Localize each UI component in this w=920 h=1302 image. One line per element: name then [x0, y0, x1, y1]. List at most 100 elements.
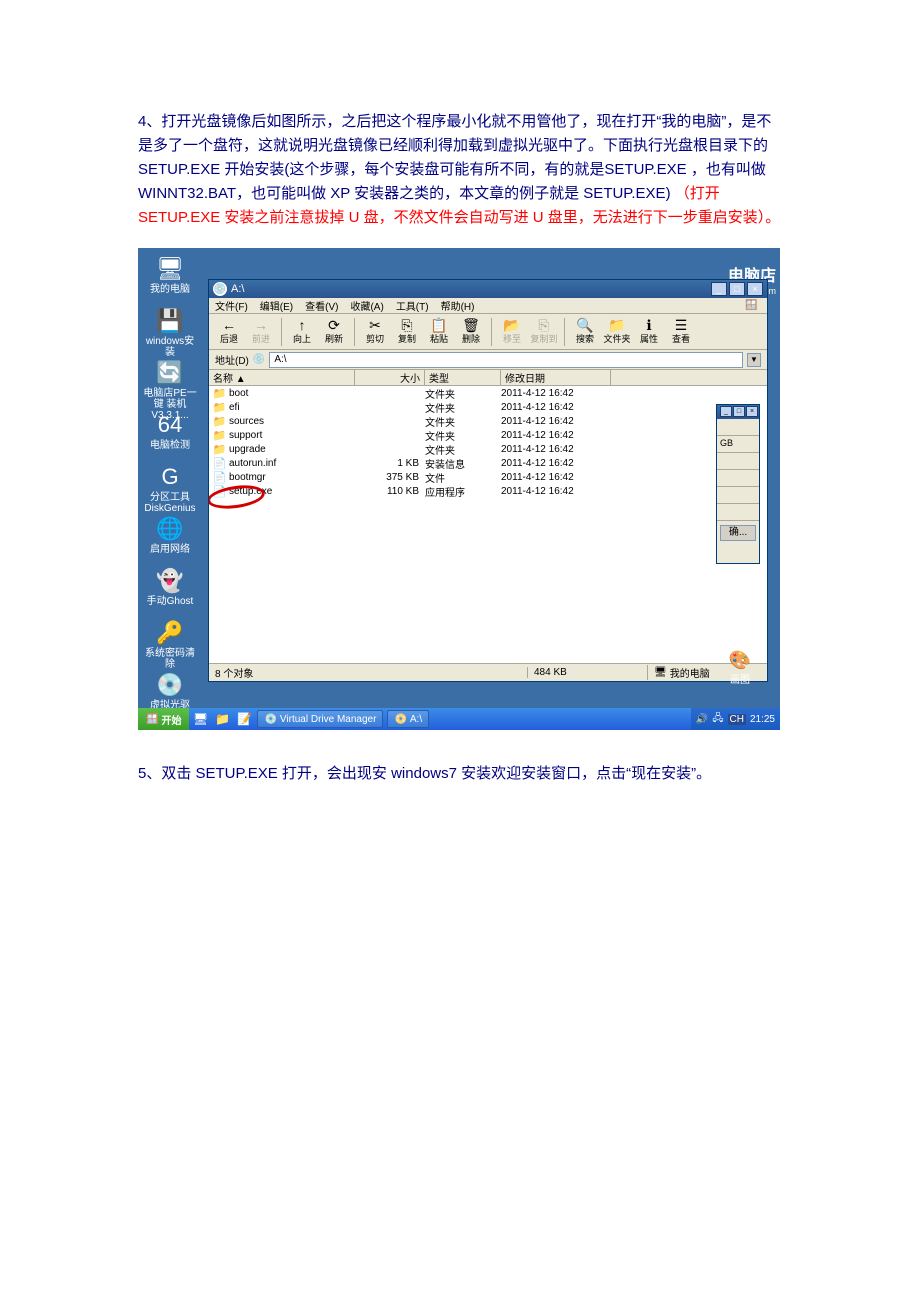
- file-type: 应用程序: [425, 484, 501, 499]
- toolbar-复制[interactable]: ⎘复制: [393, 316, 421, 348]
- toolbar-后退[interactable]: ←后退: [215, 316, 243, 348]
- taskbar: 🪟 开始 🖥 📁 📝 💿Virtual Drive Manager📀A:\ 🔊 …: [138, 708, 780, 730]
- toolbar-向上[interactable]: ↑向上: [288, 316, 316, 348]
- toolbar-label: 文件夹: [603, 332, 630, 345]
- menu-item[interactable]: 工具(T): [396, 298, 429, 313]
- col-name[interactable]: 名称 ▲: [209, 370, 355, 385]
- toolbar-label: 属性: [640, 332, 658, 345]
- toolbar-icon: 📂: [503, 318, 520, 332]
- system-tray: 🔊 🖧 CH 21:25: [691, 708, 780, 730]
- close-button[interactable]: ×: [747, 282, 763, 296]
- col-type[interactable]: 类型: [425, 370, 501, 385]
- tray-icon[interactable]: 🖧: [712, 711, 723, 728]
- file-type: 文件夹: [425, 400, 501, 415]
- taskbar-task[interactable]: 📀A:\: [387, 710, 429, 728]
- maximize-button[interactable]: □: [729, 282, 745, 296]
- start-icon: 🪟: [146, 714, 158, 725]
- menu-item[interactable]: 编辑(E): [260, 298, 293, 313]
- col-date[interactable]: 修改日期: [501, 370, 611, 385]
- start-button[interactable]: 🪟 开始: [138, 708, 189, 730]
- file-size: 1 KB: [355, 458, 425, 469]
- desktop-icon[interactable]: 64电脑检测: [142, 410, 198, 451]
- toolbar-删除[interactable]: 🗑删除: [457, 316, 485, 348]
- folder-icon: 📁: [213, 387, 226, 400]
- tray-icon[interactable]: 🔊: [696, 714, 708, 725]
- toolbar-搜索[interactable]: 🔍搜索: [571, 316, 599, 348]
- smallwin-titlebar[interactable]: _ □ ×: [717, 405, 759, 419]
- toolbar-刷新[interactable]: ⟳刷新: [320, 316, 348, 348]
- col-size[interactable]: 大小: [355, 370, 425, 385]
- file-row[interactable]: 📄bootmgr375 KB文件2011-4-12 16:42: [209, 470, 767, 484]
- smallwin-close[interactable]: ×: [746, 406, 758, 417]
- desktop-icon[interactable]: 🖥我的电脑: [142, 254, 198, 295]
- menu-item[interactable]: 查看(V): [305, 298, 338, 313]
- desktop-paint-icon[interactable]: 🎨 画图: [726, 650, 754, 678]
- toolbar-label: 向上: [293, 332, 311, 345]
- desktop-icon-glyph: 💾: [156, 306, 184, 334]
- desktop-icon[interactable]: 💿虚拟光驱: [142, 670, 198, 711]
- minimize-button[interactable]: _: [711, 282, 727, 296]
- file-size: 110 KB: [355, 486, 425, 497]
- file-row[interactable]: 📁upgrade文件夹2011-4-12 16:42: [209, 442, 767, 456]
- toolbar-icon: 📋: [430, 318, 447, 332]
- toolbar-icon: ↑: [299, 318, 306, 332]
- menu-item[interactable]: 收藏(A): [350, 298, 383, 313]
- toolbar-icon: ✂: [369, 318, 381, 332]
- taskbar-task[interactable]: 💿Virtual Drive Manager: [257, 710, 383, 728]
- file-row[interactable]: 📄setup.exe110 KB应用程序2011-4-12 16:42: [209, 484, 767, 498]
- file-type: 文件: [425, 470, 501, 485]
- address-dropdown-button[interactable]: ▼: [747, 353, 761, 367]
- toolbar-文件夹[interactable]: 📁文件夹: [603, 316, 631, 348]
- folder-icon: 📁: [213, 443, 226, 456]
- desktop-icon[interactable]: 🔑系统密码清除: [142, 618, 198, 670]
- task-label: A:\: [410, 714, 422, 725]
- file-row[interactable]: 📄autorun.inf1 KB安装信息2011-4-12 16:42: [209, 456, 767, 470]
- address-field[interactable]: A:\: [269, 352, 743, 368]
- toolbar-label: 移至: [503, 332, 521, 345]
- file-type: 安装信息: [425, 456, 501, 471]
- toolbar-属性[interactable]: ℹ属性: [635, 316, 663, 348]
- smallwin-button[interactable]: 确...: [720, 525, 756, 541]
- status-size: 484 KB: [527, 667, 647, 678]
- file-row[interactable]: 📁sources文件夹2011-4-12 16:42: [209, 414, 767, 428]
- menu-item[interactable]: 文件(F): [215, 298, 248, 313]
- address-value: A:\: [274, 354, 286, 365]
- smallwin-min[interactable]: _: [720, 406, 732, 417]
- file-row[interactable]: 📁efi文件夹2011-4-12 16:42: [209, 400, 767, 414]
- status-right-text: 我的电脑: [670, 665, 710, 680]
- quicklaunch-explorer-icon[interactable]: 📁: [213, 710, 231, 728]
- file-row[interactable]: 📁support文件夹2011-4-12 16:42: [209, 428, 767, 442]
- toolbar-icon: ⟳: [328, 318, 340, 332]
- folder-icon: 📁: [213, 415, 226, 428]
- toolbar-label: 粘贴: [430, 332, 448, 345]
- menu-item[interactable]: 帮助(H): [441, 298, 475, 313]
- file-row[interactable]: 📁boot文件夹2011-4-12 16:42: [209, 386, 767, 400]
- toolbar-剪切[interactable]: ✂剪切: [361, 316, 389, 348]
- desktop-icon[interactable]: 🌐启用网络: [142, 514, 198, 555]
- explorer-titlebar[interactable]: 💿 A:\ _ □ ×: [209, 280, 767, 298]
- toolbar-移至: 📂移至: [498, 316, 526, 348]
- toolbar-粘贴[interactable]: 📋粘贴: [425, 316, 453, 348]
- desktop-icon[interactable]: 💾windows安装: [142, 306, 198, 358]
- toolbar: ←后退→前进↑向上⟳刷新✂剪切⎘复制📋粘贴🗑删除📂移至⎘复制到🔍搜索📁文件夹ℹ属…: [209, 314, 767, 350]
- toolbar-icon: 🗑: [462, 318, 480, 332]
- desktop-icon-label: 手动Ghost: [142, 596, 198, 607]
- smallwin-cell: [717, 453, 759, 470]
- desktop-icon-label: 分区工具 DiskGenius: [142, 492, 198, 514]
- toolbar-icon: ⎘: [538, 318, 549, 332]
- desktop-icon[interactable]: G分区工具 DiskGenius: [142, 462, 198, 514]
- desktop-icon-glyph: 💿: [156, 670, 184, 698]
- file-date: 2011-4-12 16:42: [501, 416, 611, 427]
- smallwin-max[interactable]: □: [733, 406, 745, 417]
- toolbar-icon: →: [254, 318, 268, 332]
- toolbar-查看[interactable]: ☰查看: [667, 316, 695, 348]
- toolbar-icon: 🔍: [576, 318, 593, 332]
- quicklaunch-desktop-icon[interactable]: 🖥: [191, 710, 209, 728]
- desktop-icon-glyph: 👻: [156, 566, 184, 594]
- file-name: upgrade: [229, 444, 355, 455]
- file-type: 文件夹: [425, 414, 501, 429]
- desktop-icon[interactable]: 👻 手动Ghost: [142, 566, 198, 607]
- drive-icon: 💿: [213, 282, 227, 296]
- tray-lang[interactable]: CH: [728, 714, 746, 725]
- quicklaunch-notepad-icon[interactable]: 📝: [235, 710, 253, 728]
